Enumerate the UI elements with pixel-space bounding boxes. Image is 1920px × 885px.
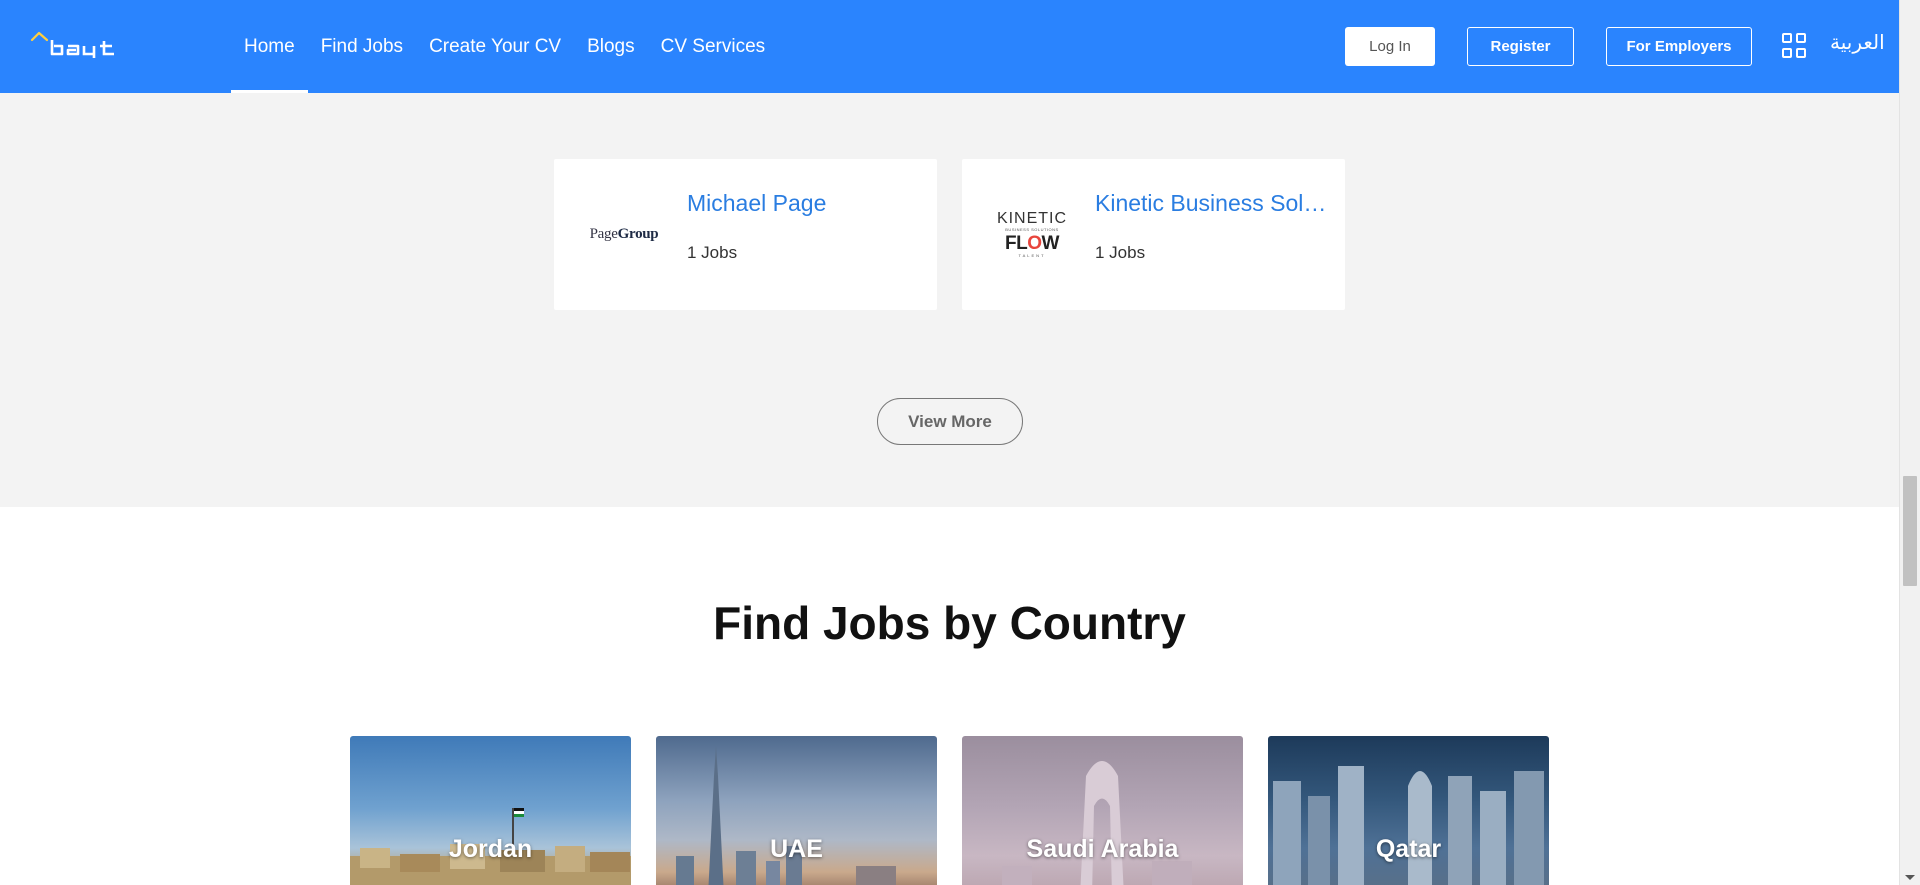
main-nav: Home Find Jobs Create Your CV Blogs CV S… xyxy=(231,0,778,93)
find-jobs-by-country-section: Find Jobs by Country Jordan UAE Saudi Ar… xyxy=(0,507,1899,885)
login-button[interactable]: Log In xyxy=(1345,27,1435,66)
language-switch[interactable]: العربية xyxy=(1830,30,1885,54)
country-card-saudi-arabia[interactable]: Saudi Arabia xyxy=(962,736,1243,885)
country-card-qatar[interactable]: Qatar xyxy=(1268,736,1549,885)
company-jobs-count: 1 Jobs xyxy=(1095,243,1146,262)
page-scrollbar[interactable] xyxy=(1899,0,1920,885)
country-name: Qatar xyxy=(1375,835,1442,863)
nav-blogs[interactable]: Blogs xyxy=(574,0,648,93)
apps-grid-icon[interactable] xyxy=(1782,33,1807,58)
company-name[interactable]: Michael Page xyxy=(687,190,919,217)
section-title: Find Jobs by Country xyxy=(713,597,1186,649)
country-card-uae[interactable]: UAE xyxy=(656,736,937,885)
company-card[interactable]: PageGroup Michael Page 1 Jobs xyxy=(554,159,937,310)
view-more-button[interactable]: View More xyxy=(877,398,1023,445)
country-name: Jordan xyxy=(448,835,533,863)
bayt-logo-icon xyxy=(30,31,114,58)
bayt-logo[interactable] xyxy=(30,30,142,60)
country-name: Saudi Arabia xyxy=(1026,835,1179,863)
company-jobs-count: 1 Jobs xyxy=(687,243,738,262)
country-name: UAE xyxy=(770,835,823,863)
top-navigation-bar: Home Find Jobs Create Your CV Blogs CV S… xyxy=(0,0,1899,93)
company-card[interactable]: KINETIC BUSINESS SOLUTIONS FLOW TALENT K… xyxy=(962,159,1345,310)
nav-home[interactable]: Home xyxy=(231,0,308,93)
scrollbar-thumb[interactable] xyxy=(1903,476,1917,586)
register-button[interactable]: Register xyxy=(1467,27,1574,66)
country-card-jordan[interactable]: Jordan xyxy=(350,736,631,885)
nav-cv-services[interactable]: CV Services xyxy=(648,0,779,93)
company-name[interactable]: Kinetic Business Solutions xyxy=(1095,190,1327,217)
kinetic-flow-logo: KINETIC BUSINESS SOLUTIONS FLOW TALENT xyxy=(996,209,1068,258)
nav-find-jobs[interactable]: Find Jobs xyxy=(308,0,416,93)
nav-create-cv[interactable]: Create Your CV xyxy=(416,0,574,93)
for-employers-button[interactable]: For Employers xyxy=(1606,27,1752,66)
scroll-down-arrow-icon[interactable] xyxy=(1905,875,1915,880)
pagegroup-logo: PageGroup xyxy=(589,225,659,242)
